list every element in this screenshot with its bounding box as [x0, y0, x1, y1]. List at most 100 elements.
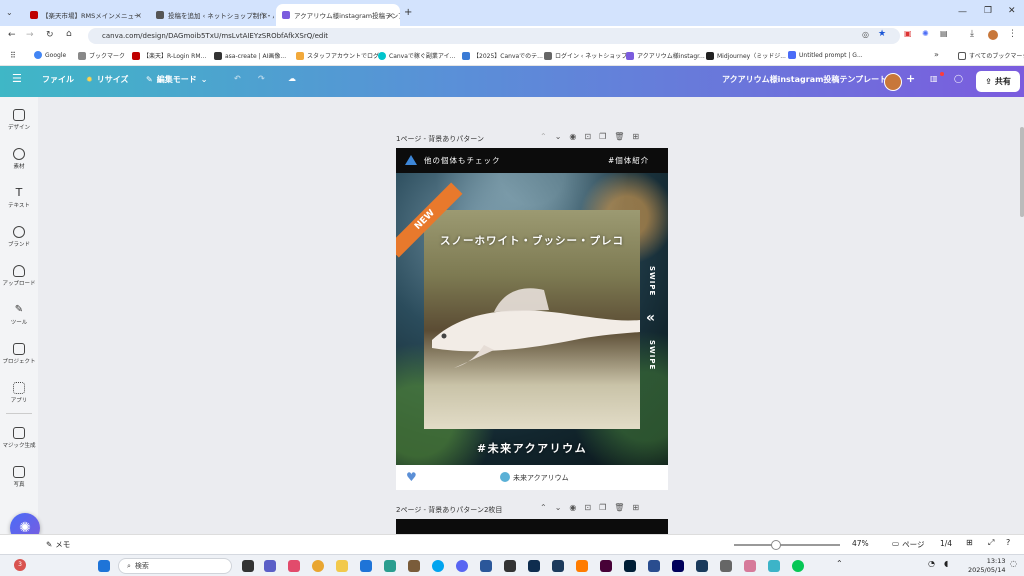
- extension-icon[interactable]: ▣: [904, 29, 912, 38]
- browser-icon[interactable]: [432, 560, 444, 572]
- forward-icon[interactable]: →: [26, 30, 34, 40]
- lightroom-classic-icon[interactable]: [528, 560, 540, 572]
- bookmarks-overflow-icon[interactable]: »: [934, 50, 939, 59]
- sidebar-item-brand[interactable]: ブランド: [0, 226, 38, 248]
- duplicate-icon[interactable]: ❐: [599, 503, 606, 512]
- pages-button[interactable]: ▭ ページ: [892, 539, 924, 550]
- logo-text[interactable]: 未来アクアリウム: [513, 473, 569, 483]
- edit-mode-button[interactable]: ✎ 編集モード ⌄: [146, 74, 207, 85]
- download-icon[interactable]: ⤓: [970, 29, 974, 39]
- bookmark-rlogin[interactable]: 【楽天】R-Login RM...: [132, 51, 206, 60]
- puzzle-icon[interactable]: ▤: [940, 29, 948, 38]
- bookmark-canva-side[interactable]: Canvaで稼ぐ副業アイ...: [378, 51, 455, 60]
- close-icon[interactable]: ×: [135, 11, 142, 20]
- sidebar-item-design[interactable]: デザイン: [0, 109, 38, 131]
- share-button[interactable]: ⇪ 共有: [976, 71, 1020, 92]
- sidebar-item-text[interactable]: T テキスト: [0, 187, 38, 210]
- sidebar-item-projects[interactable]: プロジェクト: [0, 343, 38, 365]
- window-close-icon[interactable]: ✕: [1008, 6, 1016, 16]
- app-icon[interactable]: [408, 560, 420, 572]
- task-view-icon[interactable]: [242, 560, 254, 572]
- zoom-slider[interactable]: [734, 544, 840, 546]
- gear-icon[interactable]: ✺: [922, 29, 929, 38]
- resize-button[interactable]: ✹ リサイズ: [86, 74, 128, 85]
- check-others-text[interactable]: 他の個体もチェック: [424, 155, 501, 166]
- doc-title[interactable]: アクアリウム様instagram投稿テンプレート: [722, 74, 887, 85]
- back-icon[interactable]: ←: [8, 30, 16, 40]
- windows-start-icon[interactable]: [98, 560, 110, 572]
- home-icon[interactable]: ⌂: [66, 29, 72, 39]
- copilot-icon[interactable]: [288, 560, 300, 572]
- tab-canva[interactable]: アクアリウム様instagram投稿テンプ ×: [276, 4, 400, 26]
- bookmark-midjourney[interactable]: Midjourney（ミッドジ...: [706, 51, 786, 60]
- bookmark-login[interactable]: ログイン ‹ ネットショップ...: [544, 51, 633, 60]
- sidebar-item-upload[interactable]: アップロード: [0, 265, 38, 287]
- design-page-2-preview[interactable]: [396, 519, 668, 534]
- bell-icon[interactable]: ◌: [1010, 559, 1017, 568]
- lightroom-icon[interactable]: [552, 560, 564, 572]
- trash-icon[interactable]: 🗑︎: [614, 503, 624, 512]
- bookmark-staff[interactable]: スタッフアカウントでログ...: [296, 51, 385, 60]
- swipe-indicator[interactable]: SWIPE « SWIPE: [646, 266, 666, 386]
- notification-badge[interactable]: 3: [14, 559, 26, 571]
- chevron-down-icon[interactable]: ⌄: [555, 503, 562, 512]
- tab-list-icon[interactable]: ⌄: [6, 8, 13, 17]
- speaker-icon[interactable]: ◖: [944, 559, 948, 568]
- trash-icon[interactable]: 🗑︎: [614, 132, 624, 141]
- bookmark-asacreate[interactable]: asa-create | AI画像...: [214, 51, 286, 60]
- comment-icon[interactable]: ◯: [954, 74, 963, 83]
- tab-post[interactable]: 投稿を追加 ‹ ネットショップ制作・バ ×: [150, 4, 274, 26]
- avatar[interactable]: [988, 30, 998, 40]
- sidebar-item-magic[interactable]: マジック生成: [0, 427, 38, 449]
- chrome-icon[interactable]: [312, 560, 324, 572]
- zoom-level[interactable]: 47%: [852, 539, 869, 548]
- chevron-up-icon[interactable]: ⌃: [540, 132, 547, 141]
- eye-off-icon[interactable]: ◎: [862, 30, 869, 39]
- zoom-slider-handle[interactable]: [771, 540, 781, 550]
- app-icon[interactable]: [504, 560, 516, 572]
- chevron-up-icon[interactable]: ⌃: [540, 503, 547, 512]
- discord-icon[interactable]: [456, 560, 468, 572]
- wifi-icon[interactable]: ◔: [928, 559, 935, 568]
- apps-grid-icon[interactable]: ⠿: [10, 51, 16, 60]
- illustrator-icon[interactable]: [576, 560, 588, 572]
- undo-icon[interactable]: ↶: [234, 74, 241, 83]
- bookmark-2025[interactable]: 【2025】Canvaでのテ...: [462, 51, 543, 60]
- url-field[interactable]: canva.com/design/DAGmoib5TxU/msLvtAIEYzS…: [88, 28, 900, 44]
- avatar[interactable]: [884, 73, 902, 91]
- close-icon[interactable]: ×: [387, 11, 394, 20]
- reload-icon[interactable]: ↻: [46, 30, 54, 40]
- bookmark-bookmark[interactable]: ブックマーク: [78, 51, 125, 60]
- lock-icon[interactable]: ⊡: [584, 503, 591, 512]
- store-icon[interactable]: [384, 560, 396, 572]
- redo-icon[interactable]: ↷: [258, 74, 265, 83]
- intro-tag-text[interactable]: #個体紹介: [608, 155, 649, 166]
- sidebar-item-photos[interactable]: 写真: [0, 466, 38, 488]
- fish-name-title[interactable]: スノーホワイト・ブッシー・プレコ: [424, 233, 640, 248]
- restore-icon[interactable]: ❐: [984, 6, 992, 16]
- premiere-icon[interactable]: [672, 560, 684, 572]
- clock[interactable]: 13:13 2025/05/14: [968, 557, 1005, 575]
- sidebar-item-apps[interactable]: アプリ: [0, 382, 38, 404]
- star-icon[interactable]: ★: [878, 29, 886, 39]
- word-icon[interactable]: [480, 560, 492, 572]
- new-tab-icon[interactable]: +: [404, 7, 412, 18]
- design-page-1[interactable]: 他の個体もチェック #個体紹介 NEW スノーホワイト・ブッシー・プレコ SWI…: [396, 148, 668, 490]
- sidebar-item-elements[interactable]: 素材: [0, 148, 38, 170]
- notes-button[interactable]: ✎ メモ: [46, 539, 70, 550]
- bookmark-google[interactable]: Google: [34, 51, 66, 59]
- minimize-icon[interactable]: —: [958, 7, 967, 17]
- hashtag-text[interactable]: #未来アクアリウム: [396, 440, 668, 456]
- page1-label[interactable]: 1ページ - 背景ありパターン: [396, 134, 484, 144]
- file-menu[interactable]: ファイル: [42, 74, 74, 85]
- chevron-down-icon[interactable]: ⌄: [555, 132, 562, 141]
- close-icon[interactable]: ×: [261, 11, 268, 20]
- menu-icon[interactable]: ☰: [12, 72, 22, 85]
- sidebar-item-tools[interactable]: ✎ ツール: [0, 304, 38, 326]
- duplicate-icon[interactable]: ❐: [599, 132, 606, 141]
- bookmark-prompt[interactable]: Untitled prompt | G...: [788, 51, 863, 59]
- add-collaborator-icon[interactable]: +: [906, 72, 915, 85]
- fullscreen-icon[interactable]: ⤢: [988, 538, 994, 548]
- bookmark-aquarium[interactable]: アクアリウム様instagr...: [626, 51, 705, 60]
- line-icon[interactable]: [792, 560, 804, 572]
